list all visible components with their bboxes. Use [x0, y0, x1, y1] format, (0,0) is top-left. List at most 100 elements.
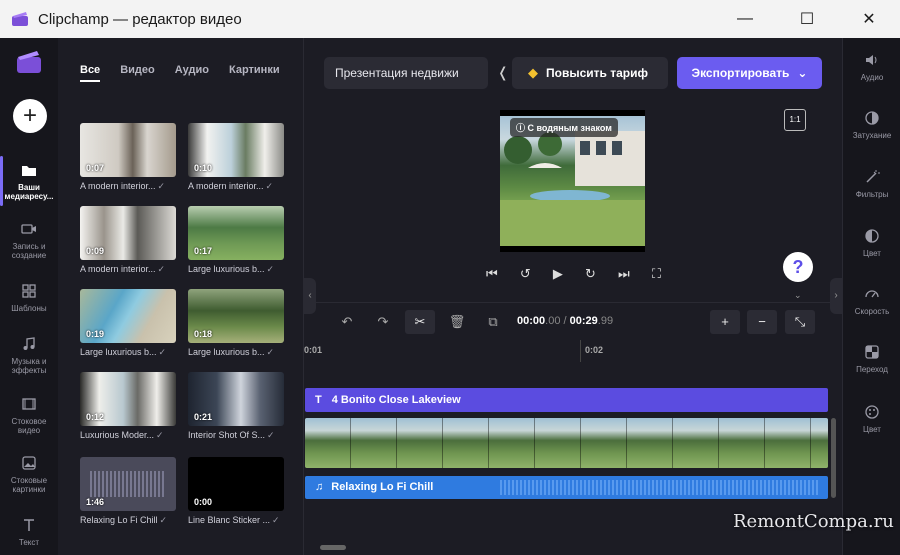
time-separator: / — [563, 315, 567, 327]
check-icon: ✓ — [156, 430, 164, 440]
speed-icon — [865, 290, 879, 298]
watermark-label: С водяным знаком — [527, 123, 612, 133]
fullscreen-icon[interactable]: ⛶ — [652, 266, 661, 282]
vertical-scrollbar[interactable] — [831, 418, 836, 498]
play-icon[interactable]: ▶ — [553, 266, 563, 282]
transition-icon — [865, 345, 879, 359]
grid-icon — [22, 284, 36, 298]
media-thumbnail: 0:09 — [80, 206, 176, 260]
prop-item-filters[interactable]: Фильтры — [843, 169, 900, 199]
upgrade-plan-button[interactable]: ◆ Повысить тариф — [512, 57, 668, 89]
skip-forward-icon[interactable]: ⏭ — [618, 266, 630, 282]
left-navigation-rail: + Ваши медиаресу... Запись и создание Ша… — [0, 38, 58, 555]
tab-all[interactable]: Все — [80, 64, 101, 82]
timeline-toolbar: ↶ ↷ ✂ 🗑 ⧉ 00:00.00 / 00:29.99 + − ⤡ — [316, 302, 840, 340]
site-watermark: RemontCompa.ru — [733, 511, 894, 532]
media-thumbnail: 0:21 — [188, 372, 284, 426]
prop-item-label: Аудио — [860, 73, 884, 82]
tab-video[interactable]: Видео — [120, 64, 155, 82]
media-thumbnail: 0:10 — [188, 123, 284, 177]
check-icon: ✓ — [159, 515, 168, 525]
sidebar-item-music-effects[interactable]: Музыка и эффекты — [0, 336, 58, 375]
media-item[interactable]: 0:17 Large luxurious b... ✓ — [188, 206, 284, 275]
video-preview[interactable]: ⓘ С водяным знаком — [500, 110, 645, 252]
media-caption: Large luxurious b... — [188, 347, 265, 357]
sidebar-item-label: Ваши медиаресу... — [4, 183, 54, 201]
media-item[interactable]: 0:07 A modern interior... ✓ — [80, 123, 176, 192]
prop-item-fade[interactable]: Затухание — [843, 110, 900, 140]
close-button[interactable]: ✕ — [838, 0, 900, 38]
prop-item-speed[interactable]: Скорость — [843, 286, 900, 316]
playback-controls: ⏮ ↺ ▶ ↻ ⏭ ⛶ — [486, 266, 661, 282]
media-item[interactable]: 0:09 A modern interior... ✓ — [80, 206, 176, 275]
media-duration: 0:10 — [194, 163, 213, 173]
clipchamp-window: Clipchamp — редактор видео — ☐ ✕ + Ваши … — [0, 0, 900, 555]
fit-timeline-icon[interactable]: ⤡ — [785, 310, 815, 334]
prop-item-label: Цвет — [863, 249, 881, 258]
audio-track-label: Relaxing Lo Fi Chill — [331, 481, 434, 493]
prop-item-transition[interactable]: Переход — [843, 344, 900, 374]
help-button[interactable]: ? — [783, 252, 813, 282]
prop-item-audio[interactable]: Аудио — [843, 52, 900, 82]
delete-icon[interactable]: 🗑 — [442, 310, 472, 334]
split-scissors-icon[interactable]: ✂ — [405, 310, 435, 334]
video-frame — [765, 418, 811, 468]
project-name-field[interactable]: Презентация недвижи — [324, 57, 488, 89]
prop-item-color-2[interactable]: Цвет — [843, 404, 900, 434]
upgrade-label: Повысить тариф — [546, 66, 648, 80]
video-frame — [351, 418, 397, 468]
prop-item-color[interactable]: Цвет — [843, 228, 900, 258]
media-item[interactable]: 0:00 Line Blanc Sticker ... ✓ — [188, 457, 284, 526]
video-track[interactable] — [305, 418, 828, 468]
collapse-properties-panel-button[interactable]: › — [830, 278, 842, 314]
media-item[interactable]: 0:21 Interior Shot Of S... ✓ — [188, 372, 284, 441]
export-button[interactable]: Экспортировать ⌄ — [677, 57, 822, 89]
media-item[interactable]: 0:10 A modern interior... ✓ — [188, 123, 284, 192]
aspect-ratio-button[interactable]: 1:1 — [784, 109, 806, 131]
sidebar-item-record-create[interactable]: Запись и создание — [0, 221, 58, 260]
video-frame — [581, 418, 627, 468]
skip-back-icon[interactable]: ⏮ — [486, 266, 498, 282]
zoom-out-icon[interactable]: − — [747, 310, 777, 334]
fade-icon — [865, 111, 879, 125]
sidebar-item-text[interactable]: Текст — [0, 517, 58, 547]
export-label: Экспортировать — [691, 66, 790, 80]
check-icon: ✓ — [265, 181, 274, 191]
minimize-button[interactable]: — — [714, 0, 776, 38]
sidebar-item-templates[interactable]: Шаблоны — [0, 283, 58, 313]
rename-icon[interactable]: ❬ — [497, 64, 509, 81]
media-item[interactable]: 0:12 Luxurious Moder... ✓ — [80, 372, 176, 441]
media-caption: A modern interior... — [80, 181, 156, 191]
tab-audio[interactable]: Аудио — [175, 64, 209, 82]
check-icon: ✓ — [157, 264, 166, 274]
rewind-5-icon[interactable]: ↺ — [520, 266, 531, 282]
add-media-button[interactable]: + — [13, 99, 47, 133]
video-frame — [627, 418, 673, 468]
media-item[interactable]: 0:18 Large luxurious b... ✓ — [188, 289, 284, 358]
tab-images[interactable]: Картинки — [229, 64, 280, 82]
media-item[interactable]: 1:46 Relaxing Lo Fi Chill ✓ — [80, 457, 176, 526]
forward-5-icon[interactable]: ↻ — [585, 266, 596, 282]
redo-icon[interactable]: ↷ — [368, 310, 398, 334]
maximize-button[interactable]: ☐ — [776, 0, 838, 38]
sidebar-item-your-media[interactable]: Ваши медиаресу... — [0, 156, 58, 206]
sidebar-item-stock-video[interactable]: Стоковое видео — [0, 396, 58, 435]
duplicate-icon[interactable]: ⧉ — [478, 310, 508, 334]
camera-icon — [21, 224, 36, 234]
media-caption: Relaxing Lo Fi Chill — [80, 515, 158, 525]
undo-icon[interactable]: ↶ — [332, 310, 362, 334]
zoom-in-icon[interactable]: + — [710, 310, 740, 334]
media-duration: 0:07 — [86, 163, 105, 173]
collapse-media-panel-button[interactable]: ‹ — [304, 278, 316, 314]
music-icon — [23, 337, 35, 350]
text-track[interactable]: T 4 Bonito Close Lakeview — [305, 388, 828, 412]
sidebar-item-label: Запись и создание — [11, 242, 47, 260]
horizontal-scrollbar[interactable] — [320, 545, 346, 550]
timeline-ruler[interactable]: 0:01 0:02 — [304, 340, 840, 362]
video-frame — [719, 418, 765, 468]
media-duration: 1:46 — [86, 497, 105, 507]
audio-track[interactable]: ♫ Relaxing Lo Fi Chill — [305, 476, 828, 499]
chevron-down-icon[interactable]: ⌄ — [794, 290, 802, 301]
sidebar-item-stock-images[interactable]: Стоковые картинки — [0, 455, 58, 494]
media-item[interactable]: 0:19 Large luxurious b... ✓ — [80, 289, 176, 358]
